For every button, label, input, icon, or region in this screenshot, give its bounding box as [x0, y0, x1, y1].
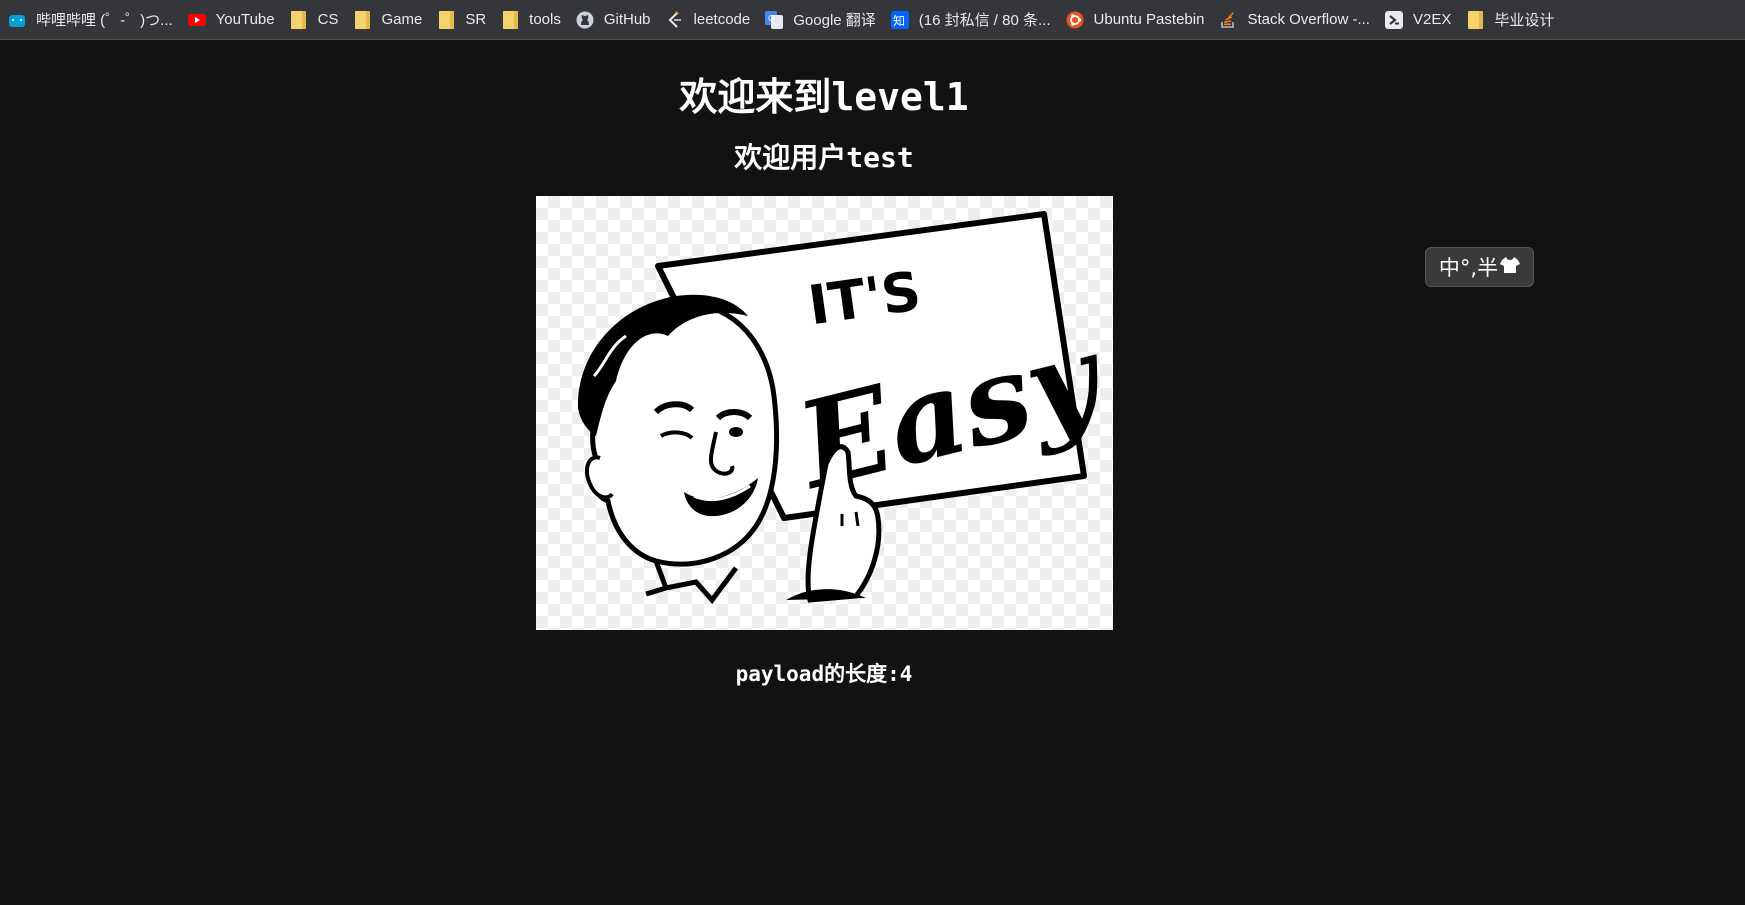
bookmarks-bar: 哔哩哔哩 (゜-゜)つ... YouTube CS Game SR tools … — [0, 0, 1745, 40]
page-content: 欢迎来到level1 欢迎用户test IT'S Easy payload的长度… — [0, 40, 1745, 905]
stackoverflow-icon — [1219, 11, 1237, 29]
bookmark-youtube[interactable]: YouTube — [182, 5, 284, 35]
welcome-user-heading: 欢迎用户test — [734, 141, 914, 174]
bookmark-label: Stack Overflow -... — [1247, 11, 1370, 28]
svg-text:知: 知 — [893, 14, 905, 28]
google-translate-icon: G — [765, 10, 784, 29]
bookmark-label: CS — [317, 11, 339, 28]
bookmark-label: YouTube — [215, 11, 275, 28]
bookmark-zhihu[interactable]: 知 (16 封私信 / 80 条... — [885, 5, 1060, 35]
bookmark-label: leetcode — [693, 11, 751, 28]
shirt-icon — [1500, 255, 1521, 279]
youtube-icon — [187, 11, 206, 29]
bookmark-github[interactable]: GitHub — [570, 5, 660, 35]
bookmark-label: SR — [465, 11, 487, 28]
bookmark-bilibili[interactable]: 哔哩哔哩 (゜-゜)つ... — [2, 5, 182, 35]
bookmark-google-translate[interactable]: G Google 翻译 — [759, 5, 885, 35]
bilibili-icon — [8, 11, 26, 29]
ime-status-indicator[interactable]: 中°,半 — [1425, 247, 1534, 287]
bookmark-folder-sr[interactable]: SR — [431, 5, 495, 35]
folder-icon — [437, 10, 455, 29]
page-title: 欢迎来到level1 — [679, 75, 969, 119]
bookmark-folder-cs[interactable]: CS — [284, 5, 348, 35]
bookmark-label: Ubuntu Pastebin — [1093, 11, 1205, 28]
bookmark-label: GitHub — [603, 11, 651, 28]
folder-icon — [353, 10, 371, 29]
bookmark-label: Game — [381, 11, 423, 28]
zhihu-icon: 知 — [890, 10, 909, 29]
folder-icon — [1466, 10, 1484, 29]
payload-length-text: payload的长度:4 — [735, 662, 913, 686]
github-icon — [576, 11, 594, 29]
leetcode-icon — [666, 10, 684, 29]
bookmark-folder-graduation[interactable]: 毕业设计 — [1460, 5, 1563, 35]
bookmark-ubuntu-pastebin[interactable]: Ubuntu Pastebin — [1060, 5, 1214, 35]
bookmark-stackoverflow[interactable]: Stack Overflow -... — [1213, 5, 1379, 35]
bookmark-leetcode[interactable]: leetcode — [660, 5, 760, 35]
ubuntu-icon — [1066, 11, 1084, 29]
v2ex-icon — [1384, 10, 1403, 29]
bookmark-label: tools — [529, 11, 561, 28]
bookmark-folder-tools[interactable]: tools — [495, 5, 570, 35]
bookmark-label: 毕业设计 — [1494, 12, 1555, 29]
ime-label: 中°,半 — [1438, 256, 1499, 280]
folder-icon — [290, 10, 308, 29]
svg-text:G: G — [768, 14, 774, 23]
bookmark-label: V2EX — [1412, 11, 1452, 28]
bookmark-label: 哔哩哔哩 (゜-゜)つ... — [36, 12, 173, 29]
folder-icon — [501, 10, 519, 29]
bookmark-label: (16 封私信 / 80 条... — [918, 12, 1051, 29]
bookmark-v2ex[interactable]: V2EX — [1379, 5, 1460, 35]
bookmark-label: Google 翻译 — [793, 12, 876, 29]
bookmark-folder-game[interactable]: Game — [347, 5, 431, 35]
its-easy-image: IT'S Easy — [536, 196, 1119, 630]
